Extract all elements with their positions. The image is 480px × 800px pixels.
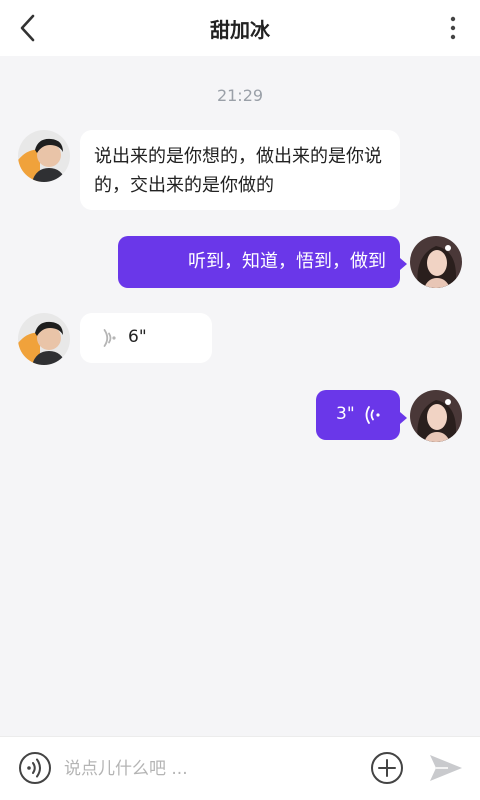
avatar[interactable] <box>410 236 462 288</box>
voice-message-bubble[interactable]: 3" <box>316 390 407 440</box>
message-input[interactable] <box>64 755 344 783</box>
message-text: 听到，知道，悟到，做到 <box>188 251 386 272</box>
voice-duration: 6" <box>128 327 147 347</box>
message-timestamp: 21:29 <box>216 86 264 105</box>
voice-toggle-icon[interactable] <box>18 751 52 785</box>
avatar[interactable] <box>410 390 462 442</box>
message-input-bar <box>0 736 480 800</box>
chat-header: 甜加冰 <box>0 0 480 56</box>
message-bubble[interactable]: 说出来的是你想的，做出来的是你说的，交出来的是你做的 <box>80 130 400 210</box>
voice-message-bubble[interactable]: 6" <box>80 313 212 363</box>
contact-avatar-image <box>18 130 70 182</box>
page-title: 甜加冰 <box>210 18 270 42</box>
user-avatar-image <box>410 236 462 288</box>
more-vertical-icon[interactable] <box>446 14 460 42</box>
avatar[interactable] <box>18 313 70 365</box>
voice-wave-icon <box>103 329 116 347</box>
contact-avatar-image <box>18 313 70 365</box>
avatar[interactable] <box>18 130 70 182</box>
message-bubble[interactable]: 听到，知道，悟到，做到 <box>118 236 407 288</box>
send-icon[interactable] <box>428 752 464 784</box>
voice-duration: 3" <box>336 404 355 424</box>
user-avatar-image <box>410 390 462 442</box>
voice-wave-icon <box>365 406 380 424</box>
plus-circle-icon[interactable] <box>370 751 404 785</box>
message-text: 说出来的是你想的，做出来的是你说的，交出来的是你做的 <box>94 146 382 196</box>
